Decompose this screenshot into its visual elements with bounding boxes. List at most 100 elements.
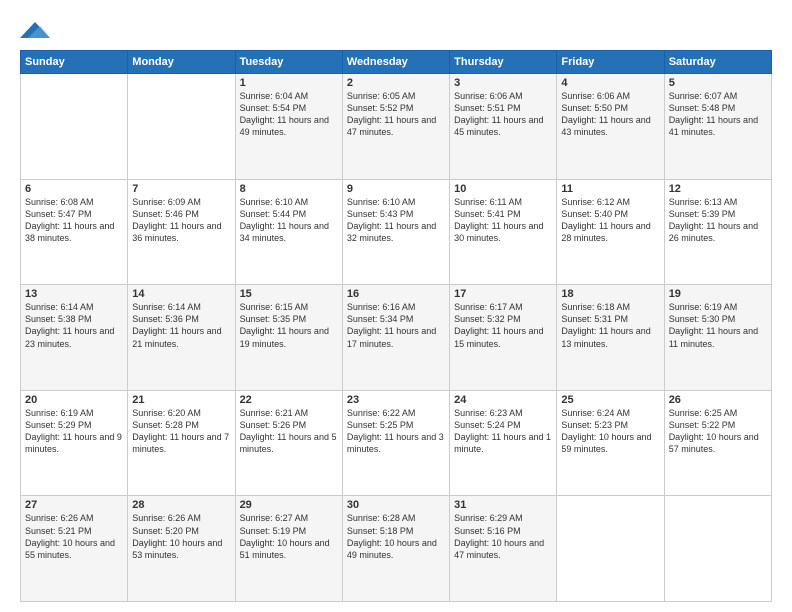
- day-number: 11: [561, 183, 659, 195]
- day-number: 25: [561, 394, 659, 406]
- day-number: 9: [347, 183, 445, 195]
- day-info: Sunrise: 6:27 AM Sunset: 5:19 PM Dayligh…: [240, 512, 338, 561]
- day-info: Sunrise: 6:11 AM Sunset: 5:41 PM Dayligh…: [454, 196, 552, 245]
- day-info: Sunrise: 6:17 AM Sunset: 5:32 PM Dayligh…: [454, 301, 552, 350]
- day-number: 4: [561, 77, 659, 89]
- day-number: 28: [132, 499, 230, 511]
- day-info: Sunrise: 6:09 AM Sunset: 5:46 PM Dayligh…: [132, 196, 230, 245]
- day-info: Sunrise: 6:25 AM Sunset: 5:22 PM Dayligh…: [669, 407, 767, 456]
- calendar-cell: 10Sunrise: 6:11 AM Sunset: 5:41 PM Dayli…: [450, 179, 557, 285]
- header: [20, 18, 772, 42]
- calendar-cell: 9Sunrise: 6:10 AM Sunset: 5:43 PM Daylig…: [342, 179, 449, 285]
- weekday-header-saturday: Saturday: [664, 51, 771, 74]
- calendar-cell: [557, 496, 664, 602]
- calendar-cell: 25Sunrise: 6:24 AM Sunset: 5:23 PM Dayli…: [557, 390, 664, 496]
- day-number: 17: [454, 288, 552, 300]
- calendar-cell: 3Sunrise: 6:06 AM Sunset: 5:51 PM Daylig…: [450, 74, 557, 180]
- calendar-cell: 24Sunrise: 6:23 AM Sunset: 5:24 PM Dayli…: [450, 390, 557, 496]
- day-info: Sunrise: 6:26 AM Sunset: 5:21 PM Dayligh…: [25, 512, 123, 561]
- day-info: Sunrise: 6:19 AM Sunset: 5:30 PM Dayligh…: [669, 301, 767, 350]
- day-number: 27: [25, 499, 123, 511]
- calendar-cell: 31Sunrise: 6:29 AM Sunset: 5:16 PM Dayli…: [450, 496, 557, 602]
- calendar-cell: 14Sunrise: 6:14 AM Sunset: 5:36 PM Dayli…: [128, 285, 235, 391]
- day-number: 20: [25, 394, 123, 406]
- day-info: Sunrise: 6:26 AM Sunset: 5:20 PM Dayligh…: [132, 512, 230, 561]
- calendar-cell: 12Sunrise: 6:13 AM Sunset: 5:39 PM Dayli…: [664, 179, 771, 285]
- calendar-cell: 28Sunrise: 6:26 AM Sunset: 5:20 PM Dayli…: [128, 496, 235, 602]
- weekday-header-monday: Monday: [128, 51, 235, 74]
- day-number: 10: [454, 183, 552, 195]
- day-info: Sunrise: 6:28 AM Sunset: 5:18 PM Dayligh…: [347, 512, 445, 561]
- day-number: 15: [240, 288, 338, 300]
- calendar-cell: 4Sunrise: 6:06 AM Sunset: 5:50 PM Daylig…: [557, 74, 664, 180]
- day-info: Sunrise: 6:08 AM Sunset: 5:47 PM Dayligh…: [25, 196, 123, 245]
- calendar-cell: 18Sunrise: 6:18 AM Sunset: 5:31 PM Dayli…: [557, 285, 664, 391]
- weekday-header-thursday: Thursday: [450, 51, 557, 74]
- day-info: Sunrise: 6:20 AM Sunset: 5:28 PM Dayligh…: [132, 407, 230, 456]
- calendar-cell: 29Sunrise: 6:27 AM Sunset: 5:19 PM Dayli…: [235, 496, 342, 602]
- day-info: Sunrise: 6:12 AM Sunset: 5:40 PM Dayligh…: [561, 196, 659, 245]
- calendar-cell: [664, 496, 771, 602]
- page: SundayMondayTuesdayWednesdayThursdayFrid…: [0, 0, 792, 612]
- calendar-cell: 16Sunrise: 6:16 AM Sunset: 5:34 PM Dayli…: [342, 285, 449, 391]
- day-number: 12: [669, 183, 767, 195]
- day-number: 5: [669, 77, 767, 89]
- calendar-cell: 7Sunrise: 6:09 AM Sunset: 5:46 PM Daylig…: [128, 179, 235, 285]
- weekday-header-friday: Friday: [557, 51, 664, 74]
- logo-icon: [20, 18, 50, 42]
- day-info: Sunrise: 6:04 AM Sunset: 5:54 PM Dayligh…: [240, 90, 338, 139]
- day-info: Sunrise: 6:24 AM Sunset: 5:23 PM Dayligh…: [561, 407, 659, 456]
- weekday-header-wednesday: Wednesday: [342, 51, 449, 74]
- day-info: Sunrise: 6:14 AM Sunset: 5:36 PM Dayligh…: [132, 301, 230, 350]
- day-info: Sunrise: 6:10 AM Sunset: 5:44 PM Dayligh…: [240, 196, 338, 245]
- day-number: 19: [669, 288, 767, 300]
- calendar-cell: 11Sunrise: 6:12 AM Sunset: 5:40 PM Dayli…: [557, 179, 664, 285]
- day-info: Sunrise: 6:05 AM Sunset: 5:52 PM Dayligh…: [347, 90, 445, 139]
- calendar-cell: 15Sunrise: 6:15 AM Sunset: 5:35 PM Dayli…: [235, 285, 342, 391]
- calendar-cell: 13Sunrise: 6:14 AM Sunset: 5:38 PM Dayli…: [21, 285, 128, 391]
- day-number: 24: [454, 394, 552, 406]
- day-info: Sunrise: 6:10 AM Sunset: 5:43 PM Dayligh…: [347, 196, 445, 245]
- calendar-cell: 6Sunrise: 6:08 AM Sunset: 5:47 PM Daylig…: [21, 179, 128, 285]
- day-number: 8: [240, 183, 338, 195]
- calendar-cell: 27Sunrise: 6:26 AM Sunset: 5:21 PM Dayli…: [21, 496, 128, 602]
- day-info: Sunrise: 6:19 AM Sunset: 5:29 PM Dayligh…: [25, 407, 123, 456]
- weekday-header-sunday: Sunday: [21, 51, 128, 74]
- day-info: Sunrise: 6:06 AM Sunset: 5:50 PM Dayligh…: [561, 90, 659, 139]
- day-number: 6: [25, 183, 123, 195]
- calendar-cell: 21Sunrise: 6:20 AM Sunset: 5:28 PM Dayli…: [128, 390, 235, 496]
- day-info: Sunrise: 6:16 AM Sunset: 5:34 PM Dayligh…: [347, 301, 445, 350]
- calendar-cell: 26Sunrise: 6:25 AM Sunset: 5:22 PM Dayli…: [664, 390, 771, 496]
- calendar-cell: 17Sunrise: 6:17 AM Sunset: 5:32 PM Dayli…: [450, 285, 557, 391]
- day-number: 26: [669, 394, 767, 406]
- calendar-cell: [128, 74, 235, 180]
- day-info: Sunrise: 6:06 AM Sunset: 5:51 PM Dayligh…: [454, 90, 552, 139]
- day-number: 1: [240, 77, 338, 89]
- calendar-table: SundayMondayTuesdayWednesdayThursdayFrid…: [20, 50, 772, 602]
- day-info: Sunrise: 6:22 AM Sunset: 5:25 PM Dayligh…: [347, 407, 445, 456]
- calendar-cell: 20Sunrise: 6:19 AM Sunset: 5:29 PM Dayli…: [21, 390, 128, 496]
- logo: [20, 18, 54, 42]
- day-info: Sunrise: 6:15 AM Sunset: 5:35 PM Dayligh…: [240, 301, 338, 350]
- day-info: Sunrise: 6:21 AM Sunset: 5:26 PM Dayligh…: [240, 407, 338, 456]
- calendar-cell: 1Sunrise: 6:04 AM Sunset: 5:54 PM Daylig…: [235, 74, 342, 180]
- calendar-cell: 2Sunrise: 6:05 AM Sunset: 5:52 PM Daylig…: [342, 74, 449, 180]
- calendar-cell: 8Sunrise: 6:10 AM Sunset: 5:44 PM Daylig…: [235, 179, 342, 285]
- day-number: 2: [347, 77, 445, 89]
- day-info: Sunrise: 6:07 AM Sunset: 5:48 PM Dayligh…: [669, 90, 767, 139]
- day-info: Sunrise: 6:18 AM Sunset: 5:31 PM Dayligh…: [561, 301, 659, 350]
- day-number: 7: [132, 183, 230, 195]
- calendar-cell: 30Sunrise: 6:28 AM Sunset: 5:18 PM Dayli…: [342, 496, 449, 602]
- day-number: 29: [240, 499, 338, 511]
- day-number: 16: [347, 288, 445, 300]
- calendar-cell: 19Sunrise: 6:19 AM Sunset: 5:30 PM Dayli…: [664, 285, 771, 391]
- day-number: 22: [240, 394, 338, 406]
- day-info: Sunrise: 6:29 AM Sunset: 5:16 PM Dayligh…: [454, 512, 552, 561]
- calendar-cell: 5Sunrise: 6:07 AM Sunset: 5:48 PM Daylig…: [664, 74, 771, 180]
- day-number: 31: [454, 499, 552, 511]
- weekday-header-tuesday: Tuesday: [235, 51, 342, 74]
- day-info: Sunrise: 6:13 AM Sunset: 5:39 PM Dayligh…: [669, 196, 767, 245]
- day-info: Sunrise: 6:23 AM Sunset: 5:24 PM Dayligh…: [454, 407, 552, 456]
- day-number: 13: [25, 288, 123, 300]
- day-number: 30: [347, 499, 445, 511]
